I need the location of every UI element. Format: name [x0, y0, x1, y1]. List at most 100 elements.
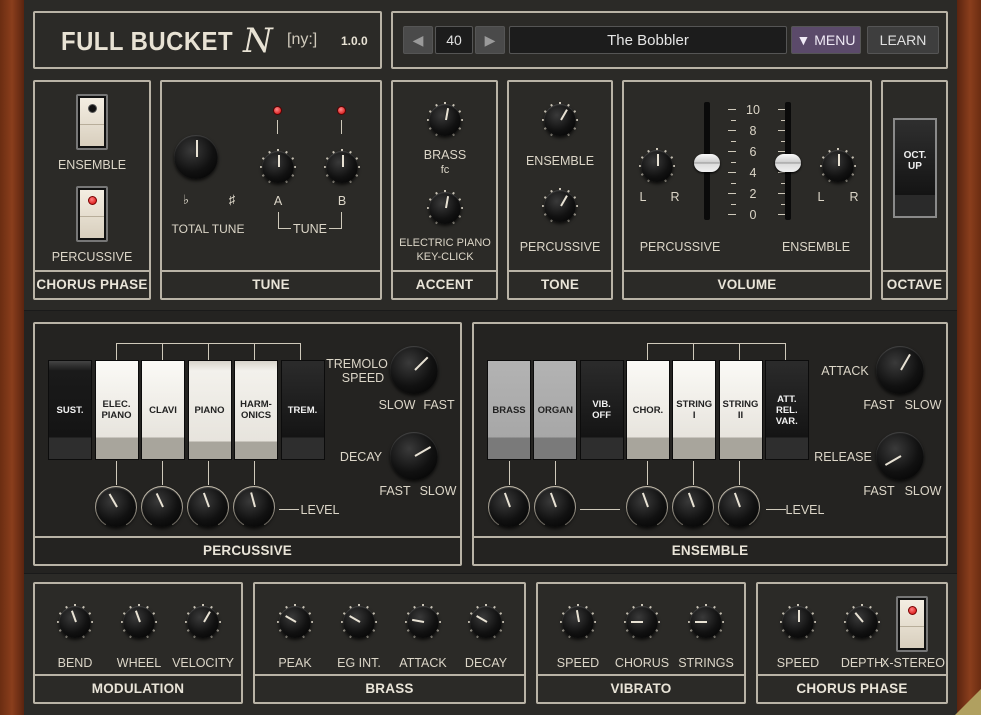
brass-tab[interactable]: BRASS — [487, 360, 531, 460]
string-1-tab[interactable]: STRING I — [672, 360, 717, 460]
percussive-title: PERCUSSIVE — [35, 536, 460, 564]
tune-b-knob[interactable] — [324, 149, 360, 185]
learn-button[interactable]: LEARN — [867, 26, 939, 54]
ensemble-phase-switch[interactable] — [76, 94, 108, 150]
flat-symbol: ♭ — [182, 192, 190, 207]
volume-percussive-pan-knob[interactable] — [639, 148, 675, 184]
x-stereo-switch[interactable] — [896, 596, 928, 652]
resize-grip[interactable] — [955, 689, 981, 715]
chorus-depth-label: DEPTH — [840, 656, 884, 670]
velocity-knob[interactable] — [185, 604, 221, 640]
fc-label: fc — [440, 164, 450, 176]
tone-ensemble-knob[interactable] — [542, 102, 578, 138]
next-preset-button[interactable]: ▶ — [475, 26, 505, 54]
percussive-volume-fader[interactable] — [694, 154, 720, 172]
attack-fast-label: FAST — [863, 398, 895, 412]
percussive-level-knob-1[interactable] — [95, 486, 137, 528]
preset-name-display[interactable]: The Bobbler — [509, 26, 787, 54]
attack-label: ATTACK — [821, 364, 869, 378]
brass-eg-int-knob[interactable] — [341, 604, 377, 640]
x-stereo-led — [907, 606, 917, 615]
tune-a-led — [273, 106, 282, 115]
elec-piano-tab[interactable]: ELEC. PIANO — [94, 360, 139, 460]
percussive-phase-led — [87, 196, 97, 205]
percussive-level-knob-4[interactable] — [233, 486, 275, 528]
tremolo-speed-knob[interactable] — [390, 346, 438, 394]
tune-b-led — [337, 106, 346, 115]
vib-off-tab[interactable]: VIB. OFF — [579, 360, 624, 460]
volume-scale-mark: 8 — [724, 124, 786, 138]
brass-attack-knob[interactable] — [405, 604, 441, 640]
chorus-phase-top-title: CHORUS PHASE — [35, 270, 149, 298]
ensemble-level-label: LEVEL — [785, 503, 825, 517]
epiano-keyclick-knob[interactable] — [427, 190, 463, 226]
tune-panel: ♭ ♯ TOTAL TUNE A B TUNE TUNE — [160, 80, 382, 300]
chorus-depth-knob[interactable] — [844, 604, 880, 640]
tune-b-label: B — [337, 194, 347, 208]
sharp-symbol: ♯ — [228, 192, 236, 207]
tremolo-fast-label: FAST — [423, 398, 455, 412]
harmonics-tab[interactable]: HARM- ONICS — [234, 360, 278, 460]
vibrato-speed-knob[interactable] — [560, 604, 596, 640]
accent-title: ACCENT — [393, 270, 496, 298]
chorus-speed-label: SPEED — [776, 656, 820, 670]
chorus-phase-bottom-panel: SPEED DEPTH X-STEREO CHORUS PHASE — [756, 582, 948, 704]
att-rel-var-tab[interactable]: ATT. REL. VAR. — [764, 360, 809, 460]
vibrato-title: VIBRATO — [538, 674, 744, 702]
vibrato-chorus-label: CHORUS — [614, 656, 670, 670]
piano-tab[interactable]: PIANO — [187, 360, 232, 460]
tremolo-label-2: SPEED — [341, 371, 385, 385]
menu-button[interactable]: ▼ MENU — [791, 26, 861, 54]
vol-ens-l: L — [817, 190, 825, 204]
vibrato-strings-knob[interactable] — [688, 604, 724, 640]
preset-number[interactable]: 40 — [435, 26, 473, 54]
percussive-level-knob-3[interactable] — [187, 486, 229, 528]
brass-fc-label: BRASS — [423, 148, 467, 162]
ensemble-volume-fader[interactable] — [775, 154, 801, 172]
brand-name: FULL BUCKET — [61, 26, 234, 56]
ensemble-level-knob-5[interactable] — [718, 486, 760, 528]
string-2-tab[interactable]: STRING II — [718, 360, 763, 460]
bend-knob[interactable] — [57, 604, 93, 640]
ensemble-level-knob-1[interactable] — [488, 486, 530, 528]
wheel-knob[interactable] — [121, 604, 157, 640]
sustain-tab[interactable]: SUST. — [48, 360, 92, 460]
octave-panel: OCT. UP OCTAVE — [881, 80, 948, 300]
chorus-speed-knob[interactable] — [780, 604, 816, 640]
logo-letter: N — [243, 21, 273, 61]
clavi-tab[interactable]: CLAVI — [141, 360, 185, 460]
modulation-panel: BEND WHEEL VELOCITY MODULATION — [33, 582, 243, 704]
brass-decay-knob[interactable] — [468, 604, 504, 640]
organ-tab[interactable]: ORGAN — [533, 360, 578, 460]
prev-icon: ◀ — [412, 31, 424, 48]
vibrato-chorus-knob[interactable] — [624, 604, 660, 640]
tune-a-knob[interactable] — [260, 149, 296, 185]
vibrato-panel: SPEED CHORUS STRINGS VIBRATO — [536, 582, 746, 704]
tremolo-tab[interactable]: TREM. — [280, 360, 325, 460]
ensemble-level-knob-3[interactable] — [626, 486, 668, 528]
octave-up-button[interactable]: OCT. UP — [893, 118, 937, 218]
volume-scale-mark: 0 — [724, 208, 786, 222]
percussive-phase-switch[interactable] — [76, 186, 108, 242]
decay-knob[interactable] — [390, 432, 438, 480]
percussive-panel: SUST. ELEC. PIANO CLAVI PIANO HARM- ONICS TREM.… — [33, 322, 462, 566]
keyclick-label: KEY-CLICK — [416, 251, 474, 263]
total-tune-knob[interactable] — [174, 135, 218, 179]
ensemble-level-knob-4[interactable] — [672, 486, 714, 528]
next-icon: ▶ — [484, 31, 496, 48]
percussive-level-knob-2[interactable] — [141, 486, 183, 528]
decay-label: DECAY — [339, 450, 383, 464]
prev-preset-button[interactable]: ◀ — [403, 26, 433, 54]
release-knob[interactable] — [876, 432, 924, 480]
chorus-tab[interactable]: CHOR. — [625, 360, 670, 460]
attack-knob[interactable] — [876, 346, 924, 394]
release-slow-label: SLOW — [904, 484, 942, 498]
ensemble-level-knob-2[interactable] — [534, 486, 576, 528]
vibrato-strings-label: STRINGS — [678, 656, 734, 670]
brass-peak-knob[interactable] — [277, 604, 313, 640]
brass-fc-knob[interactable] — [427, 102, 463, 138]
volume-ensemble-pan-knob[interactable] — [820, 148, 856, 184]
brass-title: BRASS — [255, 674, 524, 702]
tone-percussive-knob[interactable] — [542, 188, 578, 224]
ensemble-phase-led — [87, 104, 97, 113]
